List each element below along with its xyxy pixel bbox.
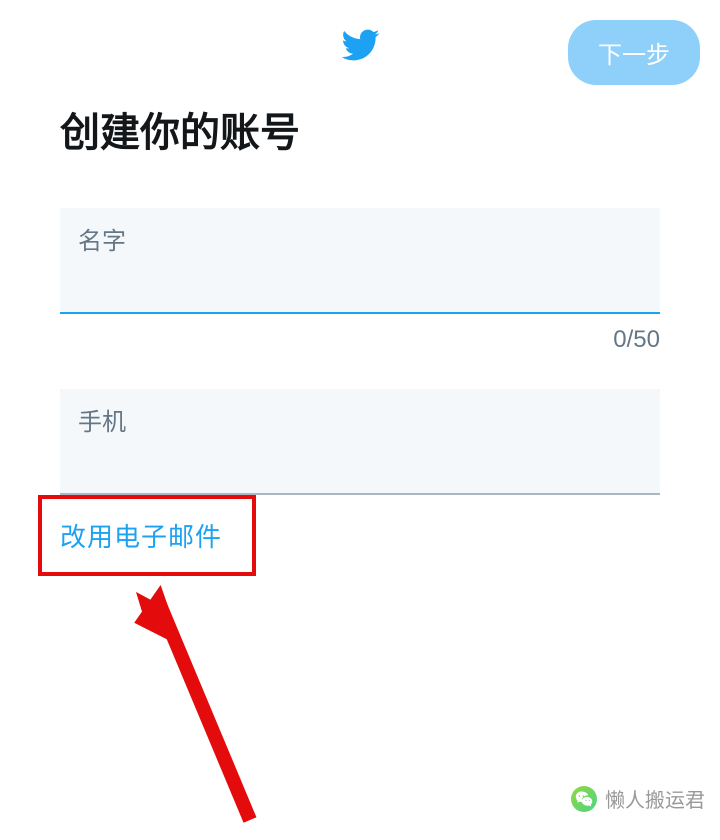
twitter-logo-icon	[340, 25, 380, 65]
switch-to-email-link[interactable]: 改用电子邮件	[60, 522, 222, 552]
content-area: 创建你的账号 0/50	[0, 90, 720, 495]
watermark-text: 懒人搬运君	[605, 784, 705, 813]
switch-email-highlight-box: 改用电子邮件	[38, 495, 256, 576]
arrow-annotation-icon	[120, 570, 280, 840]
next-button[interactable]: 下一步	[568, 20, 700, 85]
phone-input[interactable]	[60, 389, 660, 495]
wechat-icon	[571, 786, 597, 812]
watermark: 懒人搬运君	[571, 784, 705, 813]
phone-input-group	[60, 389, 660, 495]
name-input[interactable]	[60, 208, 660, 314]
name-input-group	[60, 208, 660, 314]
header: 下一步	[0, 0, 720, 90]
page-title: 创建你的账号	[60, 100, 660, 158]
name-char-counter: 0/50	[60, 326, 660, 354]
